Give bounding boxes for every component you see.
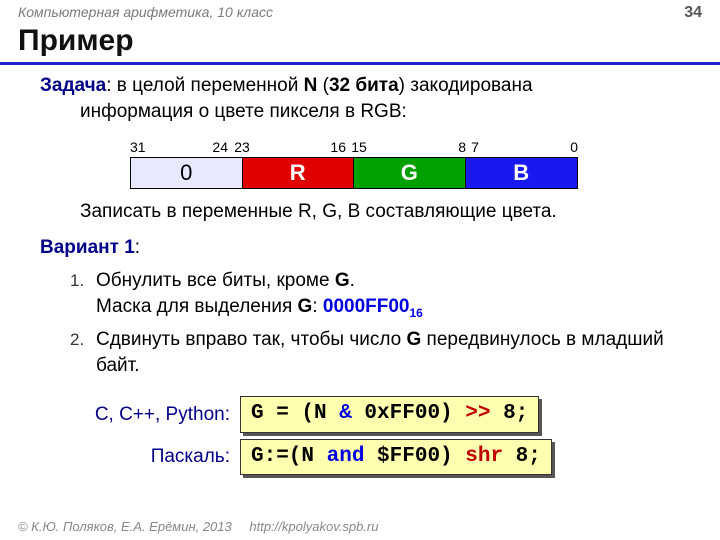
slide-title: Пример	[0, 22, 720, 60]
code-c: G = (N & 0xFF00) >> 8;	[240, 396, 539, 432]
variant-label: Вариант 1	[40, 237, 135, 258]
content: Задача: в целой переменной N (32 бита) з…	[0, 73, 720, 475]
mask-value: 0000FF0016	[323, 296, 423, 317]
op-and-pascal: and	[327, 445, 365, 468]
cell-b: B	[466, 158, 578, 188]
code-row-c: С, С++, Python: G = (N & 0xFF00) >> 8;	[40, 396, 680, 432]
footer-url[interactable]: http://kpolyakov.spb.ru	[249, 519, 378, 534]
page-number: 34	[684, 4, 702, 22]
course-name: Компьютерная арифметика, 10 класс	[18, 4, 273, 22]
bit-23: 23	[228, 138, 256, 157]
cell-r: R	[243, 158, 355, 188]
bits-32: 32 бита	[329, 75, 399, 96]
bit-labels: 31 24 23 16 15 8 7 0	[130, 138, 680, 157]
step-1-body: Обнулить все биты, кроме G. Маска для вы…	[96, 268, 680, 321]
bit-8: 8	[372, 138, 466, 157]
lang-c: С, С++, Python:	[40, 402, 240, 428]
step-1: 1. Обнулить все биты, кроме G. Маска для…	[70, 268, 680, 321]
footer: © К.Ю. Поляков, Е.А. Ерёмин, 2013 http:/…	[18, 519, 378, 534]
step-2-num: 2.	[70, 327, 96, 378]
step-list: 1. Обнулить все биты, кроме G. Маска для…	[70, 268, 680, 378]
bit-15: 15	[346, 138, 372, 157]
cell-zero: 0	[131, 158, 243, 188]
title-underline	[0, 62, 720, 65]
bit-31: 31	[130, 138, 150, 157]
op-and: &	[339, 402, 352, 425]
slide: Компьютерная арифметика, 10 класс 34 При…	[0, 0, 720, 540]
task-line2: информация о цвете пикселя в RGB:	[80, 99, 680, 125]
cell-g: G	[354, 158, 466, 188]
variant-line: Вариант 1:	[40, 235, 680, 261]
var-n: N	[304, 75, 318, 96]
task-line1: Задача: в целой переменной N (32 бита) з…	[40, 73, 680, 99]
bit-row: 0 R G B	[130, 157, 578, 189]
step-2-body: Сдвинуть вправо так, чтобы число G перед…	[96, 327, 680, 378]
lang-pascal: Паскаль:	[40, 444, 240, 470]
op-shr: shr	[465, 445, 503, 468]
step-2: 2. Сдвинуть вправо так, чтобы число G пе…	[70, 327, 680, 378]
code-row-pascal: Паскаль: G:=(N and $FF00) shr 8;	[40, 439, 680, 475]
bit-0: 0	[484, 138, 578, 157]
bit-16: 16	[256, 138, 346, 157]
code-block: С, С++, Python: G = (N & 0xFF00) >> 8; П…	[40, 396, 680, 475]
step-1-num: 1.	[70, 268, 96, 321]
op-shift-right: >>	[465, 402, 490, 425]
bit-24: 24	[150, 138, 228, 157]
task-write: Записать в переменные R, G, B составляющ…	[80, 199, 680, 225]
task-label: Задача	[40, 75, 106, 96]
code-pascal: G:=(N and $FF00) shr 8;	[240, 439, 552, 475]
copyright: © К.Ю. Поляков, Е.А. Ерёмин, 2013	[18, 519, 232, 534]
bit-diagram: 31 24 23 16 15 8 7 0 0 R G B	[130, 138, 680, 189]
bit-7: 7	[466, 138, 484, 157]
top-bar: Компьютерная арифметика, 10 класс 34	[0, 0, 720, 22]
